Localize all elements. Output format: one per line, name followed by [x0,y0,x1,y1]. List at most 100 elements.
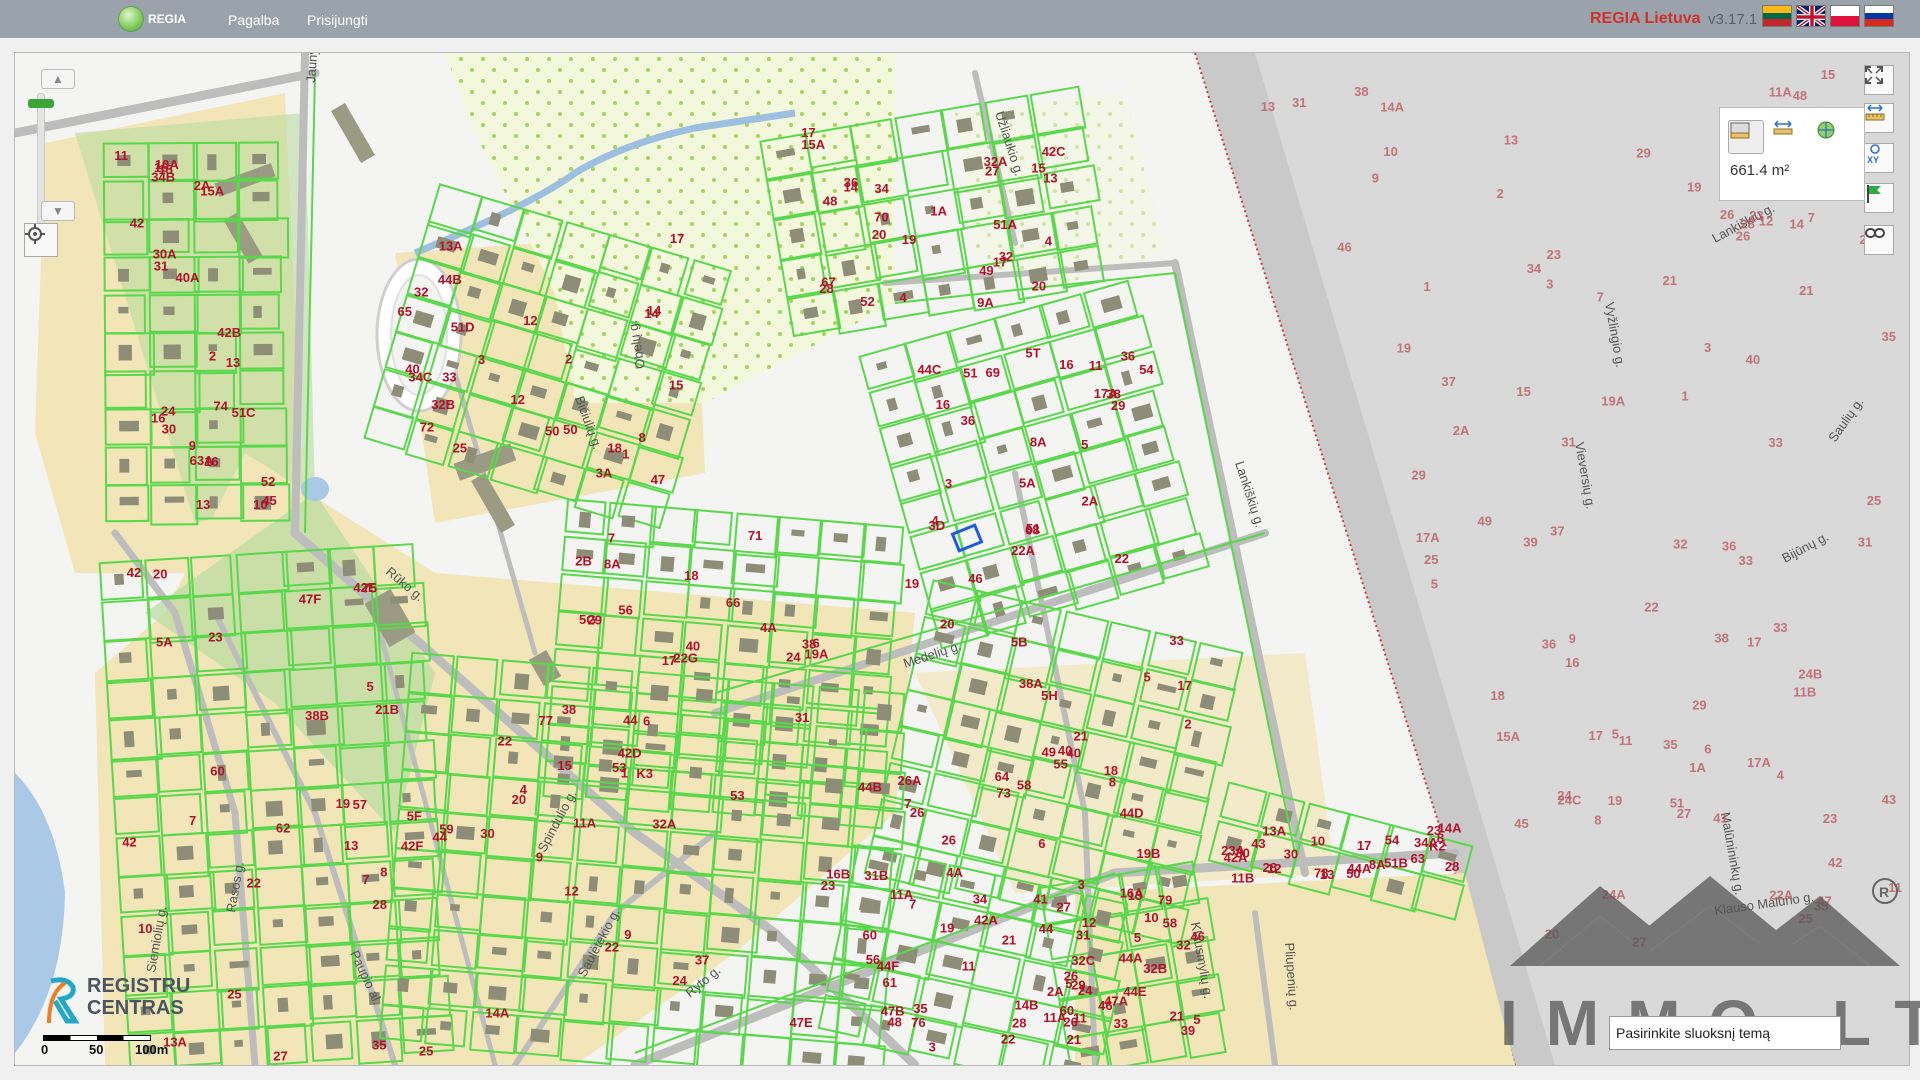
building [507,751,519,765]
faded-parcel-label: 15 [1821,67,1835,82]
building [265,800,284,817]
parcel-number-label: 1A [930,204,947,219]
faded-parcel-label: 1 [1423,279,1430,294]
measure-area-tool[interactable] [1728,120,1764,154]
parcel-number-label: 51D [451,320,475,335]
parcel-number-label: 24 [786,650,801,665]
fullscreen-button[interactable] [1864,65,1894,95]
link-button[interactable] [1864,225,1894,255]
flag-ru-icon[interactable] [1864,5,1894,27]
faded-parcel-label: 25 [1424,552,1438,567]
faded-parcel-label: 17 [1589,728,1603,743]
parcel-number-label: 7 [362,872,369,887]
parcel-number-label: 9 [536,849,543,864]
building [252,153,267,165]
building [277,997,289,1013]
parcel-number-label: 13 [196,497,210,512]
parcel-number-label: 16A [1120,885,1144,900]
parcel-number-label: 13 [344,838,358,853]
faded-parcel-label: 15A [1496,729,1520,744]
parcel-number-label: 58 [1163,915,1177,930]
parcel-number-label: 33 [1114,1016,1128,1031]
parcel-number-label: 52 [860,294,874,309]
measure-distance-tool[interactable] [1772,120,1806,152]
faded-parcel-label: 3 [1704,340,1711,355]
parcel-number-label: 14B [1015,998,1039,1013]
building [956,117,973,133]
building [118,306,129,314]
faded-parcel-label: 18 [1490,688,1504,703]
building [188,1042,205,1055]
faded-parcel-label: 15 [1516,384,1530,399]
faded-parcel-label: 40 [1746,352,1760,367]
faded-parcel-label: 5 [1612,726,1619,741]
parcel-number-label: 46 [968,571,982,586]
building [731,809,743,822]
nav-help[interactable]: Pagalba [228,12,279,28]
building [738,637,759,653]
parcel-number-label: 8 [639,430,646,445]
parcel-number-label: 18 [1104,763,1118,778]
flag-en-icon[interactable] [1796,5,1826,27]
faded-parcel-label: 35 [1882,329,1896,344]
parcel-number-label: 16B [826,867,850,882]
version-label: v3.17.1 [1708,11,1758,28]
building [390,595,409,605]
parcel-number-label: 15 [1031,161,1045,176]
parcel-number-label: 26 [942,832,956,847]
building [776,813,792,827]
parcel-number-label: 48 [887,1014,901,1029]
flag-icon [1867,185,1881,203]
locate-button[interactable] [24,223,58,257]
parcel-number-label: 31B [864,868,888,883]
building [633,879,645,895]
nav-login[interactable]: Prisijungti [307,12,368,28]
layer-theme-input[interactable] [1609,1016,1841,1050]
zoom-in-button[interactable]: ▲ [41,69,75,89]
building [530,1028,550,1043]
parcel-number-label: 44 [623,712,638,727]
building [320,955,340,967]
parcel-number-label: 20 [1032,279,1046,294]
measure-point-tool[interactable] [1816,120,1850,152]
flag-lt-icon[interactable] [1762,5,1792,27]
parcel-number-label: 6 [1038,836,1045,851]
parcel-number-label: 9 [189,438,196,453]
measure-distance-button[interactable] [1864,103,1894,133]
faded-parcel-label: 19 [1608,793,1622,808]
parcel-number-label: 12 [1267,861,1281,876]
building [821,817,841,831]
building [119,458,130,473]
parcel-number-label: 36 [844,175,858,190]
coordinates-button[interactable]: XY [1864,143,1894,173]
building [119,496,139,506]
faded-parcel-label: 7 [1808,210,1815,225]
building [119,420,139,432]
building [183,963,195,972]
building [311,798,326,812]
faded-parcel-label: 9 [1569,631,1576,646]
building [208,268,219,282]
flag-marker-button[interactable] [1864,183,1894,213]
faded-parcel-label: 7 [1597,289,1604,304]
building [741,600,754,616]
zoom-out-button[interactable]: ▼ [41,201,75,221]
parcel-number-label: 52 [261,474,275,489]
zoom-slider-thumb[interactable] [28,99,54,108]
parcel-number-label: 73 [996,786,1010,801]
faded-parcel-label: 31 [1292,95,1306,110]
parcel-number-label: 22 [498,734,512,749]
faded-parcel-label: 45 [1514,816,1528,831]
building [176,845,194,861]
parcel-number-label: 9 [624,927,631,942]
parcel-number-label: 5A [156,635,173,650]
regia-logo[interactable]: REGIA [118,5,186,33]
flag-pl-icon[interactable] [1830,5,1860,27]
parcel-number-label: 42B [217,325,241,340]
parcel-number-label: 65 [398,304,412,319]
parcel-number-label: 42F [401,839,423,854]
faded-parcel-label: 16 [1565,655,1579,670]
building [627,958,639,975]
parcel-number-label: 35 [372,1038,386,1053]
building [252,191,270,202]
